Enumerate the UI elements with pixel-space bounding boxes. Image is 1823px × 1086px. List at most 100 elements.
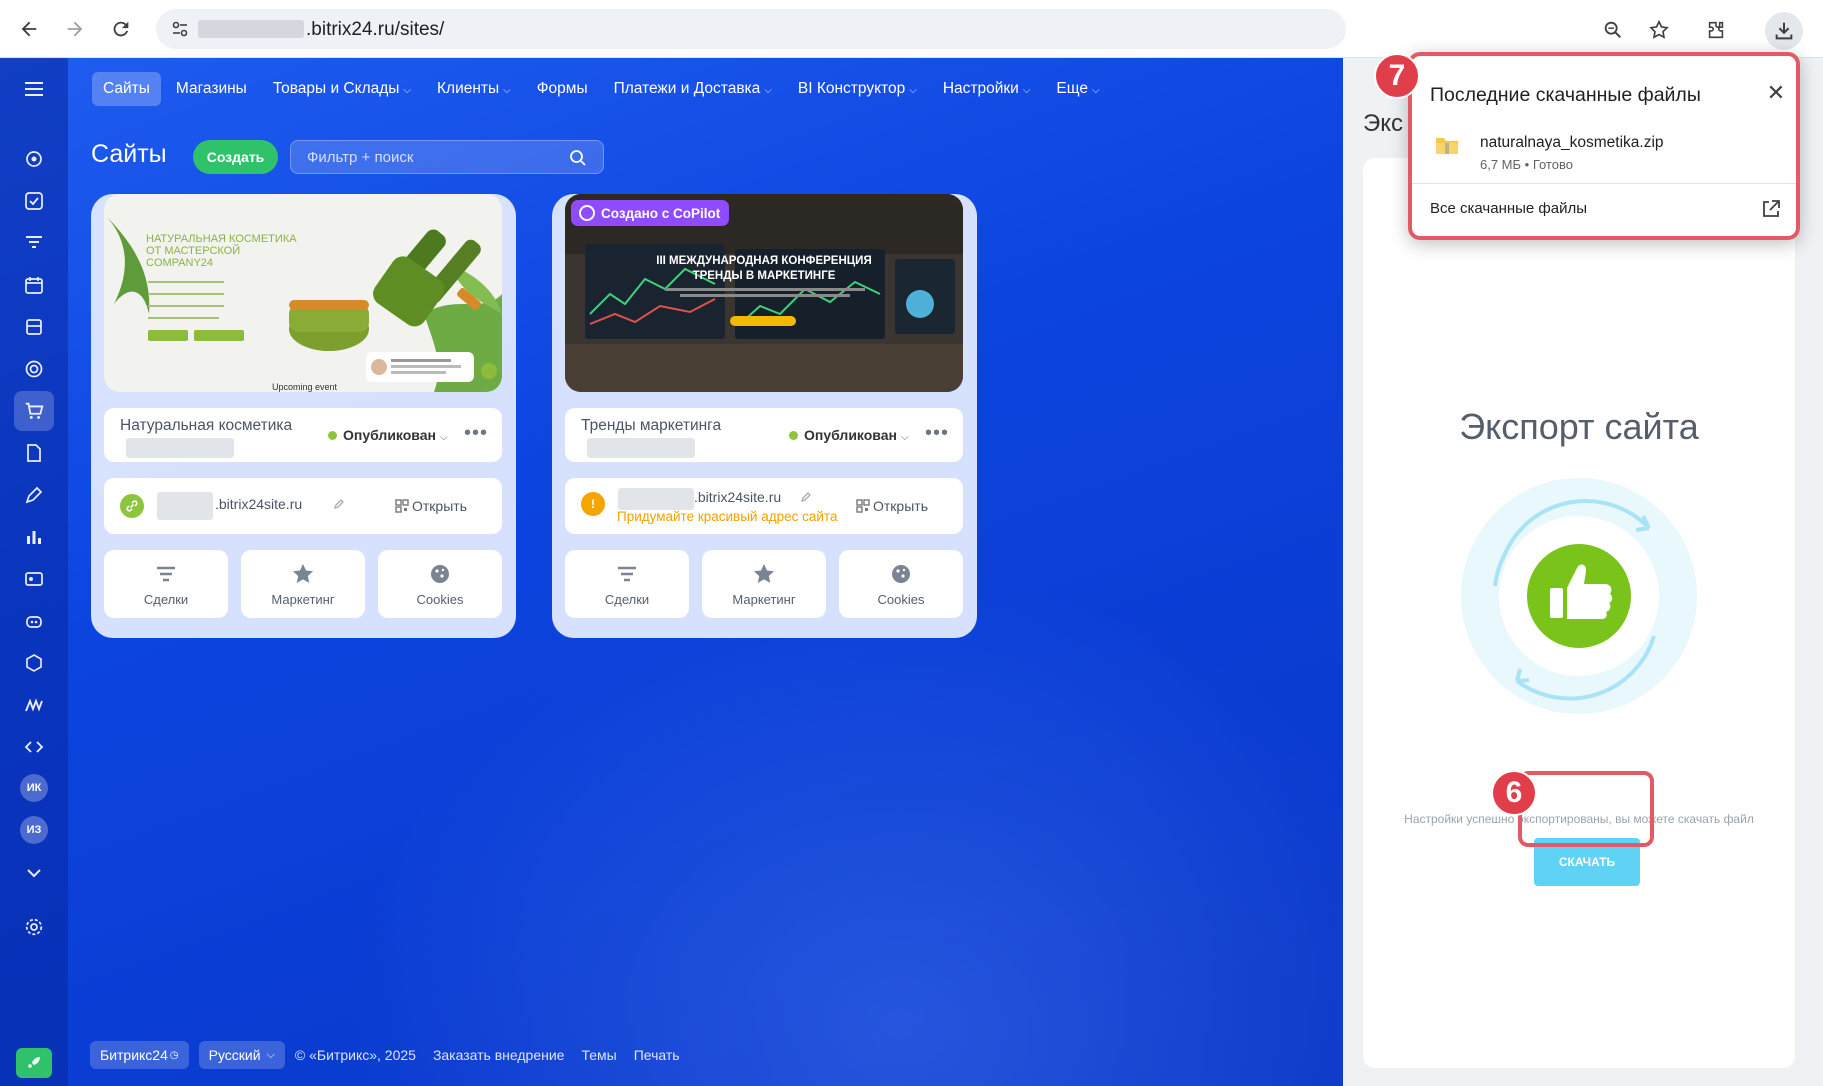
download-icon[interactable] <box>1765 12 1803 50</box>
arrow-right-icon[interactable] <box>60 14 90 44</box>
rocket-icon[interactable] <box>16 1048 52 1078</box>
status-label: Опубликован <box>804 427 897 443</box>
tile-marketing[interactable]: Маркетинг <box>241 550 365 618</box>
status-badge[interactable]: Опубликован ⌵ <box>328 427 448 443</box>
tab-sites[interactable]: Сайты <box>92 72 161 106</box>
tile-cookies[interactable]: Cookies <box>839 550 963 618</box>
preview-headline: ОТ МАСТЕРСКОЙ <box>146 244 240 257</box>
search-icon[interactable] <box>568 148 588 168</box>
tab-label: BI Конструктор <box>797 80 906 97</box>
store-icon[interactable] <box>19 312 49 342</box>
chevron-down-icon: ⌵ <box>764 85 772 96</box>
tile-marketing[interactable]: Маркетинг <box>702 550 826 618</box>
tab-label: Формы <box>536 80 588 97</box>
bot-icon[interactable] <box>19 606 49 636</box>
open-site-link[interactable]: Открыть <box>412 498 467 514</box>
tab-shops[interactable]: Магазины <box>165 72 258 106</box>
site-domain[interactable]: .bitrix24site.ru <box>694 489 781 505</box>
documents-icon[interactable] <box>19 438 49 468</box>
redacted-subdomain <box>618 488 694 510</box>
site-card: НАТУРАЛЬНАЯ КОСМЕТИКА ОТ МАСТЕРСКОЙ COMP… <box>91 194 516 638</box>
extensions-icon[interactable] <box>1702 16 1730 44</box>
user-avatar-iz[interactable]: ИЗ <box>20 816 48 844</box>
star-icon <box>754 564 774 583</box>
edit-pencil-icon[interactable] <box>800 491 812 503</box>
redacted-code <box>126 438 234 458</box>
crm-icon[interactable] <box>19 144 49 174</box>
site-card: III МЕЖДУНАРОДНАЯ КОНФЕРЕНЦИЯ ТРЕНДЫ В М… <box>552 194 977 638</box>
tasks-icon[interactable] <box>19 186 49 216</box>
brand-button[interactable]: Битрикс24 ◷ <box>90 1041 189 1069</box>
order-link[interactable]: Заказать внедрение <box>433 1047 565 1063</box>
site-url-row: ! .bitrix24site.ru Придумайте красивый а… <box>565 478 963 534</box>
step-badge-6: 6 <box>1491 770 1537 816</box>
flows-icon[interactable] <box>19 690 49 720</box>
calendar-icon[interactable] <box>19 270 49 300</box>
print-link[interactable]: Печать <box>634 1047 680 1063</box>
tab-products[interactable]: Товары и Склады ⌵ <box>262 72 422 106</box>
cookie-icon <box>892 565 910 583</box>
site-url-row: .bitrix24site.ru Открыть <box>104 478 502 534</box>
tile-deals[interactable]: Сделки <box>104 550 228 618</box>
user-avatar-ik[interactable]: ИК <box>20 774 48 802</box>
redacted-code <box>587 438 695 458</box>
gear-icon[interactable] <box>19 912 49 942</box>
more-icon[interactable]: ••• <box>464 422 488 445</box>
status-dot <box>328 431 337 440</box>
status-badge[interactable]: Опубликован ⌵ <box>789 427 909 443</box>
edit-pencil-icon[interactable] <box>333 498 345 510</box>
tab-forms[interactable]: Формы <box>526 72 599 106</box>
slider-content: Экспорт сайта Настройки успешно экспорти… <box>1363 158 1795 1068</box>
open-site-link[interactable]: Открыть <box>873 498 928 514</box>
target-icon[interactable] <box>19 354 49 384</box>
tab-settings[interactable]: Настройки ⌵ <box>932 72 1042 106</box>
export-title: Экспорт сайта <box>1459 406 1699 447</box>
site-domain[interactable]: .bitrix24site.ru <box>215 496 302 512</box>
filter-funnel-icon <box>157 566 175 582</box>
slider-title: Экс <box>1363 110 1404 137</box>
menu-icon[interactable] <box>19 74 49 104</box>
tile-label: Маркетинг <box>732 592 796 607</box>
shop-cart-icon[interactable] <box>14 391 54 431</box>
language-select[interactable]: Русский ⌵ <box>198 1041 285 1069</box>
tab-label: Еще <box>1056 80 1088 97</box>
site-preview[interactable]: НАТУРАЛЬНАЯ КОСМЕТИКА ОТ МАСТЕРСКОЙ COMP… <box>104 194 502 392</box>
chevron-down-icon: ⌵ <box>403 85 412 96</box>
tile-cookies[interactable]: Cookies <box>378 550 502 618</box>
tab-payments[interactable]: Платежи и Доставка ⌵ <box>603 72 783 106</box>
tab-clients[interactable]: Клиенты ⌵ <box>426 72 522 106</box>
contact-card-icon[interactable] <box>19 564 49 594</box>
market-box-icon[interactable] <box>19 648 49 678</box>
search-input[interactable] <box>290 140 604 174</box>
bookmark-star-icon[interactable] <box>1645 16 1673 44</box>
code-icon[interactable] <box>19 732 49 762</box>
redacted-host <box>198 20 304 38</box>
zoom-icon[interactable] <box>1599 16 1627 44</box>
create-button[interactable]: Создать <box>193 140 278 174</box>
site-name[interactable]: Тренды маркетинга <box>581 417 721 435</box>
site-name[interactable]: Натуральная косметика <box>120 417 292 435</box>
tile-deals[interactable]: Сделки <box>565 550 689 618</box>
clock-icon: ◷ <box>169 1049 179 1061</box>
chevron-down-icon[interactable] <box>19 858 49 888</box>
tab-label: Магазины <box>175 80 247 97</box>
site-settings-icon[interactable] <box>170 19 190 39</box>
arrow-left-icon[interactable] <box>14 14 44 44</box>
chevron-down-icon: ⌵ <box>900 432 909 443</box>
step-badge-7: 7 <box>1374 53 1420 99</box>
reload-icon[interactable] <box>106 14 136 44</box>
analytics-icon[interactable] <box>19 522 49 552</box>
star-icon <box>293 564 313 583</box>
themes-link[interactable]: Темы <box>581 1047 616 1063</box>
filter-funnel-icon <box>618 566 636 582</box>
filter-funnel-icon[interactable] <box>19 228 49 258</box>
url-text: .bitrix24.ru/sites/ <box>306 19 445 40</box>
tab-more[interactable]: Еще ⌵ <box>1045 72 1110 106</box>
tab-bi[interactable]: BI Конструктор ⌵ <box>787 72 928 106</box>
domain-warning[interactable]: Придумайте красивый адрес сайта <box>617 509 837 524</box>
sign-pen-icon[interactable] <box>19 480 49 510</box>
language-label: Русский <box>208 1047 261 1063</box>
more-icon[interactable]: ••• <box>925 422 949 445</box>
address-bar[interactable]: .bitrix24.ru/sites/ <box>156 9 1346 49</box>
site-preview[interactable]: III МЕЖДУНАРОДНАЯ КОНФЕРЕНЦИЯ ТРЕНДЫ В М… <box>565 194 963 392</box>
